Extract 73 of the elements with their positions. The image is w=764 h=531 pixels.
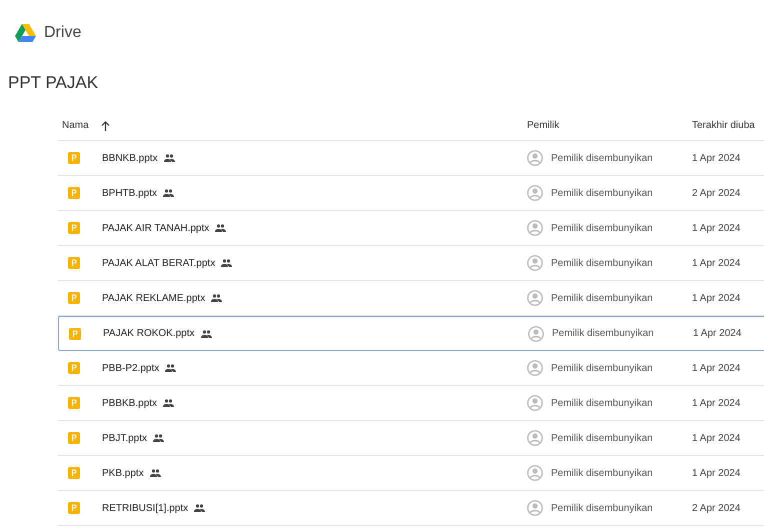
file-row[interactable]: PAJAK REKLAME.pptx Pemilik disembunyikan 1 Apr 2024 <box>58 281 764 316</box>
file-name: PAJAK AIR TANAH.pptx <box>102 222 210 234</box>
file-name: PBJT.pptx <box>102 432 148 444</box>
owner-name: Pemilik disembunyikan <box>551 188 653 198</box>
app-name: Drive <box>44 24 82 42</box>
file-name: PBBKB.pptx <box>102 398 158 408</box>
avatar-icon <box>528 326 544 342</box>
file-name: PAJAK REKLAME.pptx <box>102 292 206 304</box>
slides-file-icon <box>68 152 80 164</box>
file-row[interactable]: PAJAK AIR TANAH.pptx Pemilik disembunyikan 1 Apr 2024 <box>58 211 764 246</box>
owner-name: Pemilik disembunyikan <box>551 258 653 268</box>
file-row[interactable]: PKB.pptx Pemilik disembunyikan 1 Apr 2024 <box>58 456 764 491</box>
modified-date: 2 Apr 2024 <box>692 502 740 514</box>
owner-name: Pemilik disembunyikan <box>551 152 653 164</box>
file-name: PKB.pptx <box>102 468 144 478</box>
avatar-icon <box>527 255 543 271</box>
file-row[interactable]: PBBKB.pptx Pemilik disembunyikan 1 Apr 2024 <box>58 386 764 421</box>
modified-date: 1 Apr 2024 <box>692 468 740 478</box>
avatar-icon <box>527 395 543 411</box>
sort-ascending-icon[interactable] <box>100 120 110 130</box>
modified-date: 1 Apr 2024 <box>692 222 740 234</box>
modified-date: 1 Apr 2024 <box>692 258 740 268</box>
slides-file-icon <box>68 362 80 374</box>
folder-title: PPT PAJAK <box>8 73 100 93</box>
modified-date: 1 Apr 2024 <box>692 362 740 374</box>
owner-name: Pemilik disembunyikan <box>551 468 653 478</box>
owner-name: Pemilik disembunyikan <box>551 398 653 408</box>
modified-date: 1 Apr 2024 <box>692 398 740 408</box>
file-name: PAJAK ROKOK.pptx <box>103 328 195 339</box>
slides-file-icon <box>68 222 80 234</box>
modified-date: 1 Apr 2024 <box>692 292 740 304</box>
avatar-icon <box>527 150 543 166</box>
avatar-icon <box>527 430 543 446</box>
modified-date: 1 Apr 2024 <box>692 152 740 164</box>
file-row[interactable]: PBJT.pptx Pemilik disembunyikan 1 Apr 2024 <box>58 421 764 456</box>
column-header[interactable]: Pemilik <box>527 120 560 131</box>
avatar-icon <box>527 290 543 306</box>
avatar-icon <box>527 360 543 376</box>
column-header[interactable]: Nama <box>62 120 89 131</box>
avatar-icon <box>527 465 543 481</box>
slides-file-icon <box>68 257 80 269</box>
slides-file-icon <box>68 292 80 304</box>
file-row[interactable]: BPHTB.pptx Pemilik disembunyikan 2 Apr 2024 <box>58 176 764 211</box>
file-name: PBB-P2.pptx <box>102 362 160 374</box>
slides-file-icon <box>68 432 80 444</box>
owner-name: Pemilik disembunyikan <box>551 222 653 234</box>
slides-file-icon <box>68 187 80 199</box>
file-name: PAJAK ALAT BERAT.pptx <box>102 258 216 268</box>
owner-name: Pemilik disembunyikan <box>551 502 653 514</box>
owner-name: Pemilik disembunyikan <box>552 328 654 339</box>
modified-date: 1 Apr 2024 <box>693 328 742 339</box>
avatar-icon <box>527 185 543 201</box>
avatar-icon <box>527 220 543 236</box>
slides-file-icon <box>68 467 80 479</box>
slides-file-icon <box>68 502 80 514</box>
column-header[interactable]: Terakhir diuba <box>692 120 755 131</box>
file-row[interactable]: RETRIBUSI[1].pptx Pemilik disembunyikan 2 Apr 2024 <box>58 491 764 526</box>
owner-name: Pemilik disembunyikan <box>551 432 653 444</box>
file-row[interactable]: PBB-P2.pptx Pemilik disembunyikan 1 Apr 2024 <box>58 351 764 386</box>
drive-logo-icon[interactable] <box>15 24 36 42</box>
file-name: RETRIBUSI[1].pptx <box>102 502 188 514</box>
owner-name: Pemilik disembunyikan <box>551 292 653 304</box>
modified-date: 2 Apr 2024 <box>692 188 740 198</box>
avatar-icon <box>527 500 543 516</box>
file-row[interactable]: PAJAK ROKOK.pptx Pemilik disembunyikan 1 Apr 2024 <box>58 316 764 351</box>
file-name: BPHTB.pptx <box>102 188 158 198</box>
file-name: BBNKB.pptx <box>102 152 158 164</box>
slides-file-icon <box>68 397 80 409</box>
file-row[interactable]: PAJAK ALAT BERAT.pptx Pemilik disembunyikan 1 Apr 2024 <box>58 246 764 281</box>
file-row[interactable]: BBNKB.pptx Pemilik disembunyikan 1 Apr 2024 <box>58 141 764 176</box>
owner-name: Pemilik disembunyikan <box>551 362 653 374</box>
slides-file-icon <box>69 328 81 340</box>
modified-date: 1 Apr 2024 <box>692 432 740 444</box>
